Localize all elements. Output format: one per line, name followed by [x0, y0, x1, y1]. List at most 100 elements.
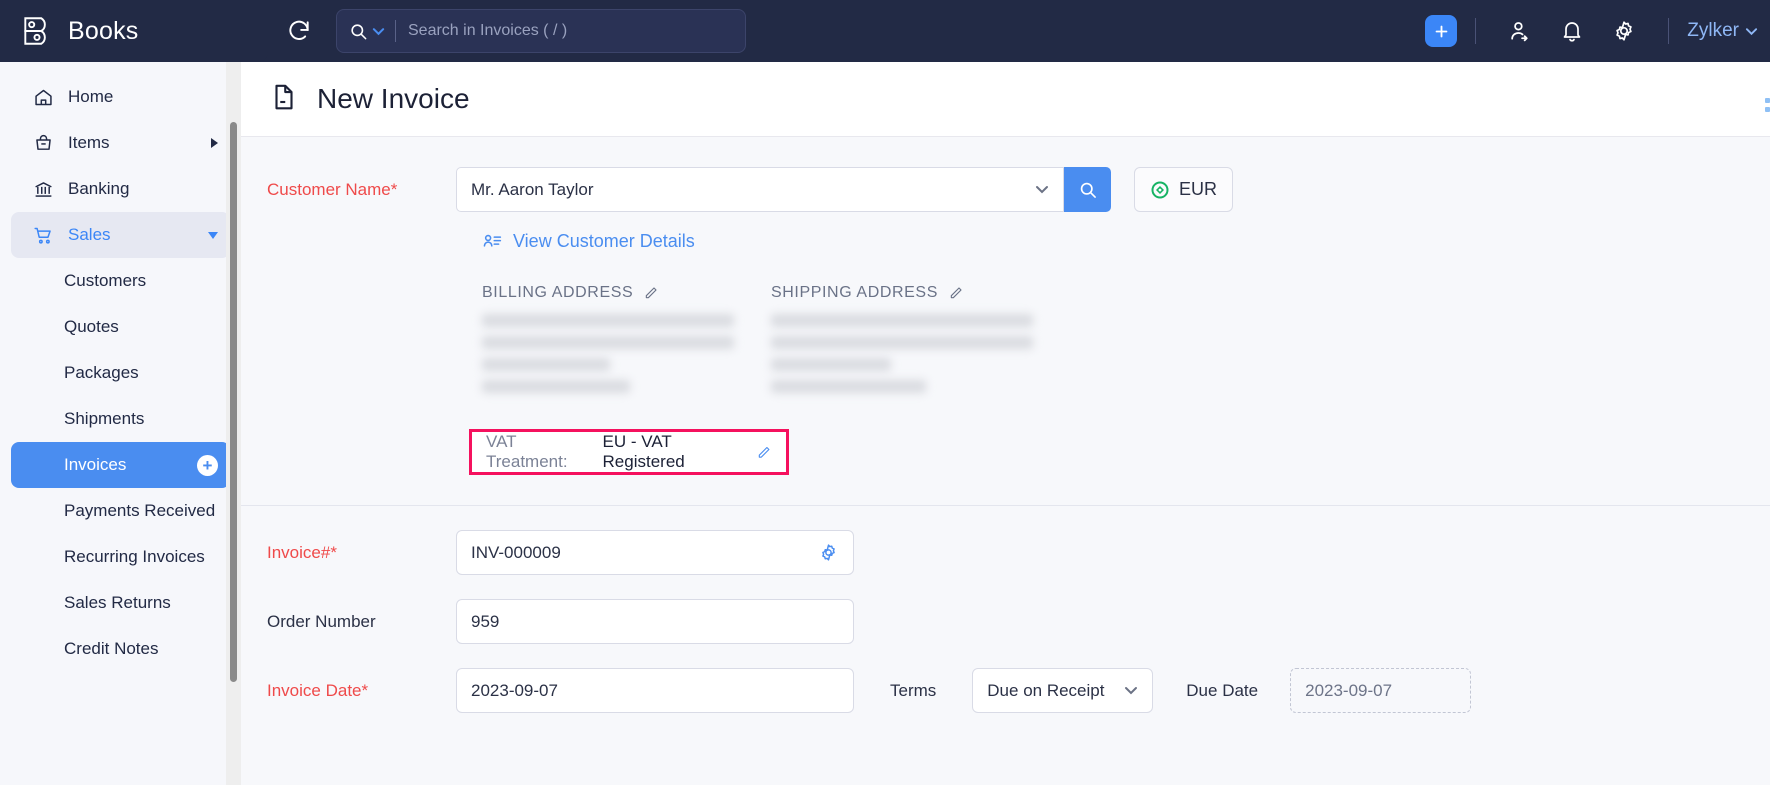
sidebar-item-label: Items — [68, 133, 197, 153]
divider — [1475, 18, 1476, 44]
sidebar-item-credit-notes[interactable]: Credit Notes — [11, 626, 230, 672]
sidebar-item-shipments[interactable]: Shipments — [11, 396, 230, 442]
sidebar-item-label: Sales — [68, 225, 194, 245]
gear-icon[interactable] — [1609, 16, 1639, 46]
sidebar-subitem-label: Shipments — [64, 409, 218, 429]
sidebar-item-packages[interactable]: Packages — [11, 350, 230, 396]
sidebar-item-customers[interactable]: Customers — [11, 258, 230, 304]
sidebar-subitem-label: Sales Returns — [64, 593, 218, 613]
books-logo-icon — [20, 14, 54, 48]
home-icon — [32, 86, 54, 108]
user-list-icon — [482, 231, 503, 252]
page-title: New Invoice — [317, 83, 470, 115]
chevron-down-icon — [1745, 27, 1758, 36]
sidebar-item-items[interactable]: Items — [11, 120, 230, 166]
global-search[interactable] — [336, 9, 746, 53]
bank-icon — [32, 178, 54, 200]
org-switcher[interactable]: Zylker — [1687, 20, 1762, 42]
currency-badge[interactable]: EUR — [1134, 167, 1233, 212]
sidebar-item-banking[interactable]: Banking — [11, 166, 230, 212]
sidebar-subitem-label: Customers — [64, 271, 218, 291]
sidebar-item-sales-returns[interactable]: Sales Returns — [11, 580, 230, 626]
sidebar-item-label: Banking — [68, 179, 218, 199]
sidebar: Home Items Banking — [0, 62, 241, 785]
sidebar-subitem-label: Payments Received — [64, 501, 218, 521]
app-root: Books — [0, 0, 1770, 785]
vat-treatment-label: VAT Treatment: — [486, 432, 595, 472]
sidebar-item-payments-received[interactable]: Payments Received — [11, 488, 230, 534]
search-input[interactable] — [396, 22, 733, 40]
plus-circle-icon[interactable]: + — [197, 455, 218, 476]
billing-address-column: BILLING ADDRESS — [482, 284, 771, 402]
caret-right-icon — [211, 138, 218, 148]
search-scope-selector[interactable] — [349, 22, 395, 41]
caret-down-icon — [208, 232, 218, 239]
sidebar-item-invoices[interactable]: Invoices + — [11, 442, 230, 488]
vat-treatment-box[interactable]: VAT Treatment: EU - VAT Registered — [469, 429, 789, 475]
main-content: New Invoice Customer Name* Mr. Aaron Tay… — [241, 62, 1770, 785]
basket-icon — [32, 132, 54, 154]
sidebar-item-sales[interactable]: Sales — [11, 212, 230, 258]
due-date-input[interactable]: 2023-09-07 — [1290, 668, 1471, 713]
top-bar: Books — [0, 0, 1770, 62]
customer-name-value: Mr. Aaron Taylor — [471, 180, 1035, 200]
currency-label: EUR — [1179, 179, 1217, 200]
chevron-down-icon — [1124, 686, 1138, 695]
addresses-block: BILLING ADDRESS SHIPPING ADDRESS — [482, 284, 1770, 402]
sidebar-subitem-label: Quotes — [64, 317, 218, 337]
gear-icon[interactable] — [818, 542, 839, 563]
shipping-address-header: SHIPPING ADDRESS — [771, 284, 1060, 302]
pencil-icon[interactable] — [948, 285, 964, 301]
invoice-date-value: 2023-09-07 — [471, 681, 839, 701]
chevron-down-icon — [1035, 185, 1049, 194]
billing-address-redacted — [482, 314, 771, 393]
invoice-date-input[interactable]: 2023-09-07 — [456, 668, 854, 713]
sidebar-item-label: Home — [68, 87, 218, 107]
view-customer-details-link[interactable]: View Customer Details — [456, 231, 1770, 252]
pencil-icon[interactable] — [756, 444, 772, 461]
invoice-number-row: Invoice#* INV-000009 — [241, 530, 1770, 575]
view-customer-details-label: View Customer Details — [513, 231, 695, 252]
order-number-input[interactable]: 959 — [456, 599, 854, 644]
shipping-address-column: SHIPPING ADDRESS — [771, 284, 1060, 402]
pencil-icon[interactable] — [643, 285, 659, 301]
topbar-actions: Zylker — [1425, 0, 1770, 62]
terms-label: Terms — [890, 681, 936, 701]
invoice-number-input[interactable]: INV-000009 — [456, 530, 854, 575]
sidebar-scrollbar-thumb[interactable] — [230, 122, 237, 682]
terms-select[interactable]: Due on Receipt — [972, 668, 1153, 713]
terms-value: Due on Receipt — [987, 681, 1116, 701]
section-divider — [241, 505, 1770, 506]
body: Home Items Banking — [0, 62, 1770, 785]
due-date-value: 2023-09-07 — [1305, 681, 1456, 701]
currency-globe-icon — [1150, 180, 1170, 200]
customer-search-button[interactable] — [1064, 167, 1111, 212]
customer-name-select[interactable]: Mr. Aaron Taylor — [456, 167, 1064, 212]
document-icon — [269, 82, 299, 117]
shipping-address-redacted — [771, 314, 1060, 393]
quick-create-button[interactable] — [1425, 15, 1457, 47]
invoice-date-row: Invoice Date* 2023-09-07 Terms Due on Re… — [241, 668, 1770, 713]
plus-icon — [1433, 23, 1450, 40]
org-name-label: Zylker — [1687, 20, 1739, 42]
sidebar-subitem-label: Invoices — [64, 455, 197, 475]
page-header: New Invoice — [241, 62, 1770, 137]
sidebar-item-recurring-invoices[interactable]: Recurring Invoices — [11, 534, 230, 580]
order-number-value: 959 — [471, 612, 839, 632]
invoice-number-label: Invoice#* — [241, 543, 456, 563]
refresh-icon[interactable] — [282, 14, 316, 48]
chevron-down-icon — [372, 27, 385, 36]
invoice-number-value: INV-000009 — [471, 543, 818, 563]
vat-treatment-value: EU - VAT Registered — [603, 432, 749, 472]
bell-icon[interactable] — [1557, 16, 1587, 46]
sidebar-item-home[interactable]: Home — [11, 74, 230, 120]
sidebar-item-quotes[interactable]: Quotes — [11, 304, 230, 350]
brand-area[interactable]: Books — [0, 0, 268, 62]
search-icon — [349, 22, 368, 41]
sidebar-subitem-label: Packages — [64, 363, 218, 383]
billing-address-header: BILLING ADDRESS — [482, 284, 771, 302]
search-icon — [1078, 180, 1098, 200]
referral-icon[interactable] — [1505, 16, 1535, 46]
order-number-row: Order Number 959 — [241, 599, 1770, 644]
due-date-label: Due Date — [1186, 681, 1258, 701]
